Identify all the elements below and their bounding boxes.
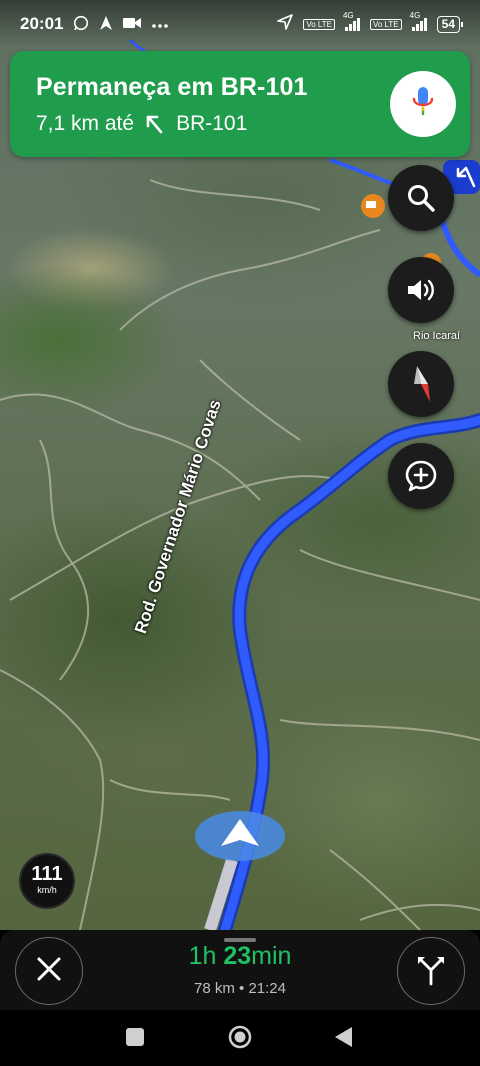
status-bar: 20:01 Vo LTE 4G Vo LTE 4G 54 [0, 0, 480, 48]
search-button[interactable] [388, 165, 454, 231]
video-camera-icon [123, 16, 142, 33]
instruction-title: Permaneça em BR-101 [36, 73, 308, 101]
arrival-time: 21:24 [248, 980, 286, 997]
sound-button[interactable] [388, 257, 454, 323]
instruction-subtitle: 7,1 km até BR-101 [36, 112, 247, 136]
microphone-icon [411, 85, 435, 124]
clock: 20:01 [20, 14, 64, 33]
trip-distance: 78 km [193, 980, 235, 997]
whatsapp-icon [73, 15, 89, 34]
route-fork-icon [414, 952, 448, 991]
trip-summary-panel[interactable]: 1h 23min 78 km • 21:24 [0, 930, 480, 1010]
compass-button[interactable] [388, 351, 454, 417]
navigation-instruction-banner[interactable]: Permaneça em BR-101 7,1 km até BR-101 [10, 51, 470, 157]
voice-search-button[interactable] [390, 71, 456, 137]
battery-indicator: 54 [436, 15, 464, 33]
signal-4g-icon: 4G [343, 11, 360, 31]
instruction-road: BR-101 [176, 112, 248, 135]
more-dots-icon [151, 17, 169, 32]
turn-slight-left-icon [144, 113, 166, 135]
recents-button[interactable] [126, 1028, 144, 1051]
volte-icon: Vo LTE [369, 18, 402, 30]
home-button[interactable] [228, 1025, 252, 1054]
place-label: Rio Icaraí [413, 330, 461, 342]
add-report-icon [404, 459, 438, 493]
back-button[interactable] [335, 1027, 353, 1052]
location-arrow-icon [277, 13, 294, 35]
compass-icon [406, 364, 436, 404]
alternate-routes-button[interactable] [397, 937, 465, 1005]
system-navigation-bar [0, 1010, 480, 1066]
speed-unit: km/h [37, 885, 57, 895]
signal-4g-icon: 4G [410, 11, 427, 31]
add-report-button[interactable] [388, 443, 454, 509]
navigation-icon [99, 15, 113, 34]
speed-value: 111 [31, 863, 63, 885]
volume-icon [405, 276, 437, 304]
search-icon [406, 183, 436, 213]
speedometer: 111 km/h [19, 853, 75, 909]
instruction-distance: 7,1 km até [36, 112, 135, 135]
volte-icon: Vo LTE [303, 18, 335, 30]
